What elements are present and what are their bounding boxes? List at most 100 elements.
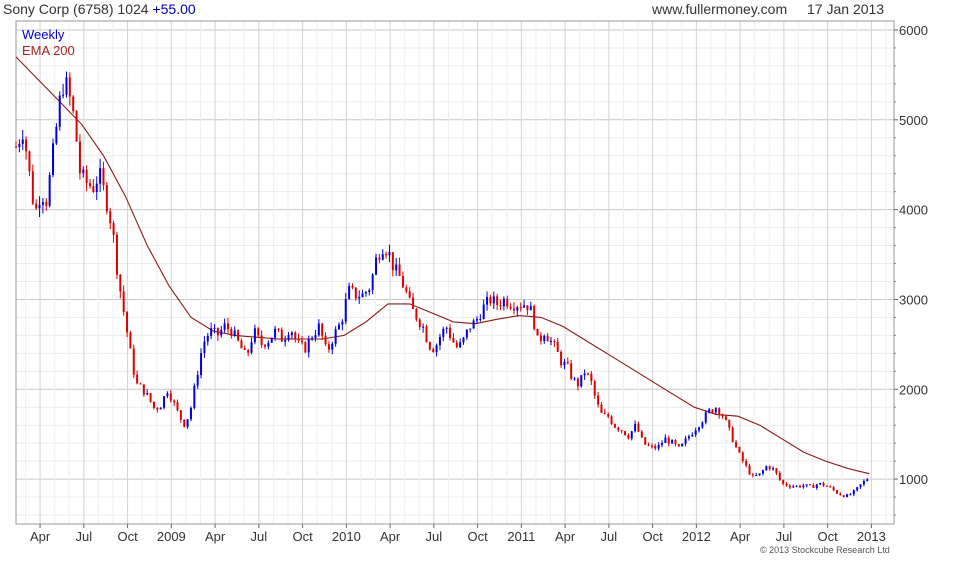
price-bar-up	[492, 296, 495, 304]
price-bar-down	[627, 435, 630, 439]
price-bar-up	[253, 328, 256, 343]
x-tick-label: 2010	[332, 529, 361, 544]
price-bar-down	[839, 493, 842, 496]
price-bar-down	[247, 349, 250, 353]
price-bar-up	[290, 332, 293, 336]
price-bar-up	[687, 436, 690, 439]
price-bar-up	[307, 339, 310, 353]
price-bar-down	[78, 141, 81, 174]
price-bar-down	[553, 340, 556, 342]
price-bar-up	[314, 335, 317, 338]
price-bar-up	[758, 473, 761, 476]
price-bar-down	[391, 252, 394, 271]
price-bar-up	[469, 328, 472, 330]
price-bar-down	[415, 308, 418, 320]
price-bar-down	[304, 342, 307, 353]
price-bar-down	[822, 482, 825, 486]
price-bar-down	[613, 424, 616, 428]
price-bar-up	[338, 324, 341, 330]
x-tick-label: Oct	[117, 529, 138, 544]
price-bar-up	[311, 337, 314, 340]
price-bar-up	[819, 482, 822, 485]
price-bar-down	[300, 340, 303, 343]
price-bar-down	[257, 328, 260, 336]
grid	[16, 21, 894, 524]
price-bar-down	[566, 361, 569, 364]
price-bar-up	[694, 430, 697, 435]
chart-title: Sony Corp (6758) 1024 +55.00	[3, 1, 196, 17]
price-bar-down	[149, 393, 152, 402]
price-change: +55.00	[152, 1, 196, 17]
website-link[interactable]: www.fullermoney.com	[652, 1, 787, 17]
price-bar-down	[624, 431, 627, 436]
price-bar-down	[28, 151, 31, 172]
price-bar-down	[139, 383, 142, 385]
price-bar-down	[179, 410, 182, 420]
price-bar-down	[512, 308, 515, 311]
price-bar-down	[674, 439, 677, 445]
price-bar-down	[25, 139, 28, 152]
y-tick-label: 1000	[899, 472, 928, 487]
price-bar-up	[166, 393, 169, 397]
price-bar-up	[681, 443, 684, 447]
price-bar-up	[543, 335, 546, 342]
price-bar-down	[782, 480, 785, 484]
price-bar-down	[35, 203, 38, 209]
price-bar-up	[479, 319, 482, 321]
price-bar-down	[600, 404, 603, 413]
price-bar-down	[15, 146, 17, 148]
price-bar-up	[358, 297, 361, 299]
price-bar-down	[126, 311, 129, 333]
price-bar-down	[832, 487, 835, 491]
price-bar-down	[677, 444, 680, 447]
price-bar-down	[280, 329, 283, 342]
price-bar-up	[267, 342, 270, 347]
price-bar-down	[812, 485, 815, 488]
price-bar-down	[533, 305, 536, 329]
price-bar-down	[425, 326, 428, 343]
x-tick-label: Oct	[292, 529, 313, 544]
price-bar-down	[489, 296, 492, 304]
price-bar-down	[216, 327, 219, 336]
price-bar-down	[718, 408, 721, 416]
price-bar-down	[72, 96, 75, 112]
price-bar-up	[395, 264, 398, 271]
price-bar-down	[243, 348, 246, 350]
price-bar-down	[650, 445, 653, 447]
price-bar-up	[348, 285, 351, 300]
price-bar-down	[405, 287, 408, 292]
y-axis: 1000 2000 3000 4000 5000 6000	[894, 23, 928, 516]
price-bar-down	[401, 275, 404, 288]
price-bar-up	[862, 480, 865, 485]
price-bar-down	[617, 427, 620, 431]
x-tick-label: Apr	[730, 529, 751, 544]
price-bar-up	[55, 126, 58, 144]
price-bar-down	[142, 384, 145, 395]
legend-ema: EMA 200	[22, 43, 75, 58]
price-bar-down	[31, 171, 34, 204]
price-bar-up	[58, 95, 61, 127]
x-axis: Apr Jul Oct 2009 Apr Jul Oct 2010 Apr Jul Oct 2011 A…	[30, 524, 886, 544]
price-bar-up	[223, 323, 226, 330]
price-bar-down	[506, 298, 509, 307]
price-bar-up	[361, 293, 364, 298]
price-bar-down	[546, 335, 549, 342]
x-tick-label: 2009	[157, 529, 186, 544]
price-bar-up	[193, 385, 196, 408]
price-bar-down	[735, 441, 738, 447]
price-bar-up	[462, 337, 465, 343]
price-bar-up	[52, 143, 55, 175]
x-tick-label: Apr	[30, 529, 51, 544]
price-bar-down	[132, 348, 135, 375]
price-bar-down	[597, 395, 600, 405]
price-bar-down	[620, 430, 623, 432]
price-bar-down	[119, 274, 122, 292]
price-bar-up	[846, 494, 849, 498]
price-bar-down	[152, 401, 155, 409]
price-bar-down	[92, 186, 95, 192]
price-bar-down	[169, 393, 172, 401]
price-bar-up	[856, 487, 859, 491]
price-bar-up	[859, 484, 862, 488]
price-bar-down	[105, 185, 108, 212]
price-bar-up	[196, 375, 199, 386]
